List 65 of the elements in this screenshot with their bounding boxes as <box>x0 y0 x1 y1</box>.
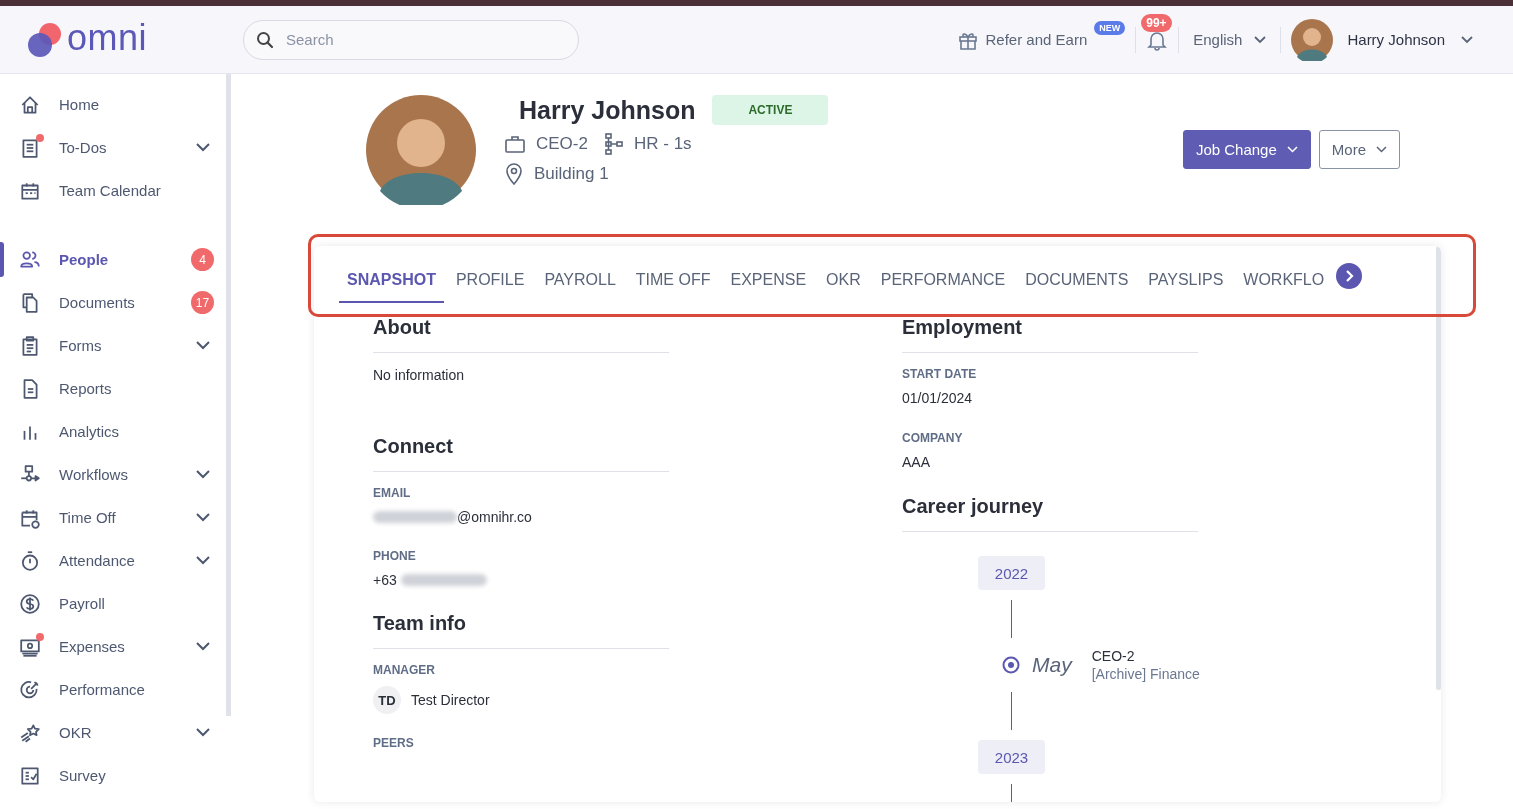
search-field[interactable]: Search <box>243 19 579 60</box>
phone-value: +63 <box>373 572 397 588</box>
field-label: PEERS <box>373 736 415 750</box>
tab[interactable]: OKR <box>818 246 869 303</box>
sidebar-item[interactable]: To-Dos <box>0 126 226 169</box>
sidebar-item[interactable]: Analytics <box>0 410 226 453</box>
count-badge: 4 <box>191 248 214 271</box>
count-badge: 17 <box>191 291 214 314</box>
field-value: AAA <box>902 454 931 470</box>
year-pill: 2023 <box>978 740 1045 774</box>
employee-name: Harry Johnson <box>519 95 696 125</box>
tab[interactable]: TIME OFF <box>627 246 719 303</box>
sidebar-item[interactable]: OKR <box>0 711 226 754</box>
field-label: START DATE <box>902 367 978 381</box>
tab[interactable]: PROFILE <box>447 246 533 303</box>
department: HR - 1s <box>633 134 692 154</box>
event-month: May <box>1032 653 1072 677</box>
field-value: 01/01/2024 <box>902 390 974 406</box>
email-value: @omnihr.co <box>457 509 532 525</box>
tab[interactable]: WORKFLO <box>1235 246 1333 303</box>
sidebar-item[interactable]: Survey <box>0 754 226 797</box>
section-heading: Employment <box>902 316 1198 353</box>
sidebar-item[interactable]: Payroll <box>0 582 226 625</box>
sidebar-item[interactable]: Expenses <box>0 625 226 668</box>
status-badge: ACTIVE <box>712 95 829 125</box>
tab[interactable]: PERFORMANCE <box>872 246 1014 303</box>
job-title: CEO-2 <box>536 134 588 154</box>
tab[interactable]: DOCUMENTS <box>1017 246 1137 303</box>
event-detail: [Archive] Finance <box>1091 666 1200 682</box>
brand-name: omni <box>67 19 148 60</box>
tab[interactable]: PAYSLIPS <box>1140 246 1232 303</box>
job-change-button[interactable]: Job Change <box>1182 130 1311 169</box>
tab[interactable]: SNAPSHOT <box>339 246 444 303</box>
tab[interactable]: PAYROLL <box>536 246 624 303</box>
notification-badge: 99+ <box>1141 13 1172 32</box>
sidebar-item[interactable]: Workflows <box>0 453 226 496</box>
event-title: CEO-2 <box>1091 648 1136 664</box>
sidebar-item[interactable]: People 4 <box>0 238 226 281</box>
location: Building 1 <box>534 164 609 184</box>
field-label: PHONE <box>373 549 417 563</box>
field-label: MANAGER <box>373 663 436 677</box>
tab[interactable]: EXPENSE <box>722 246 815 303</box>
about-text: No information <box>373 367 466 383</box>
section-heading: About <box>373 316 669 353</box>
field-label: COMPANY <box>902 431 964 445</box>
section-heading: Connect <box>373 435 669 472</box>
year-pill: 2022 <box>978 556 1045 590</box>
sidebar-item[interactable]: Reports <box>0 367 226 410</box>
sidebar-item[interactable]: Team Calendar <box>0 169 226 212</box>
field-label: EMAIL <box>373 486 412 500</box>
sidebar-item[interactable]: Attendance <box>0 539 226 582</box>
sidebar-item[interactable]: Forms <box>0 324 226 367</box>
initials-avatar: TD <box>373 686 401 714</box>
sidebar-item[interactable]: Home <box>0 83 226 126</box>
new-badge: NEW <box>1094 20 1126 35</box>
more-button[interactable]: More <box>1318 130 1400 169</box>
refer-link[interactable]: Refer and Earn <box>985 31 1088 48</box>
section-heading: Career journey <box>902 495 1198 532</box>
sidebar-item[interactable]: Performance <box>0 668 226 711</box>
sidebar-item[interactable]: Documents 17 <box>0 281 226 324</box>
language-dropdown[interactable]: English <box>1189 31 1271 48</box>
sidebar-item[interactable]: Time Off <box>0 496 226 539</box>
section-heading: Team info <box>373 612 669 649</box>
manager-name[interactable]: Test Director <box>411 692 490 708</box>
user-menu[interactable]: Harry Johnson <box>1343 31 1477 48</box>
